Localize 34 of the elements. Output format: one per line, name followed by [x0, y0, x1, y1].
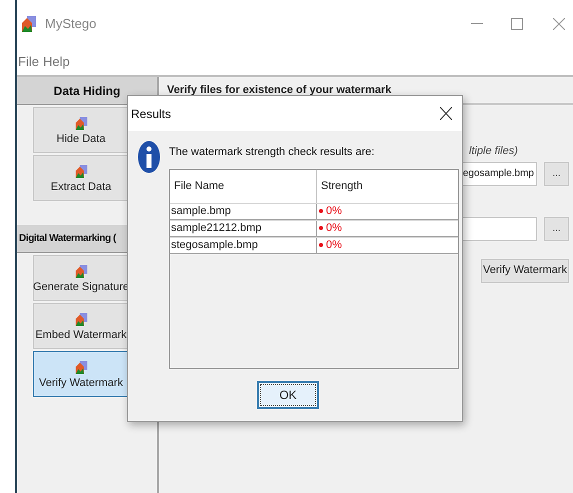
- table-cell: 0%: [326, 220, 342, 236]
- sidebar-item[interactable]: Embed Watermark: [33, 303, 129, 349]
- app-icon: [74, 312, 88, 326]
- maximize-icon[interactable]: [511, 18, 523, 30]
- ok-button[interactable]: OK: [257, 380, 319, 408]
- sidebar-item[interactable]: Verify Watermark: [33, 351, 129, 397]
- section-header[interactable]: Data Hiding: [17, 77, 157, 105]
- close-icon[interactable]: [440, 107, 452, 120]
- info-icon: [137, 140, 161, 174]
- minimize-icon[interactable]: [471, 23, 483, 25]
- sidebar-item[interactable]: Generate Signature: [33, 255, 129, 301]
- dialog-title: Results: [131, 106, 172, 122]
- window-title: MyStego: [45, 15, 96, 34]
- column-header[interactable]: Strength: [317, 170, 458, 202]
- verify-watermark-button[interactable]: Verify Watermark: [481, 258, 569, 282]
- table-cell: sample.bmp: [170, 204, 317, 218]
- panel-heading: Verify files for existence of your watermark: [167, 84, 392, 96]
- browse-button[interactable]: ...: [544, 216, 569, 240]
- app-icon: [74, 116, 88, 130]
- sidebar-item[interactable]: Hide Data: [33, 107, 129, 153]
- app-icon: [74, 360, 88, 374]
- table-cell: 0%: [326, 204, 342, 218]
- table-cell: sample21212.bmp: [170, 220, 317, 236]
- dialog-message: The watermark strength check results are:: [169, 145, 376, 160]
- menu-item[interactable]: Help: [42, 52, 70, 72]
- files-label: ltiple files): [469, 144, 518, 159]
- menu-item[interactable]: File: [18, 52, 39, 72]
- table-cell: stegosample.bmp: [170, 238, 317, 252]
- sidebar-item[interactable]: Extract Data: [33, 155, 129, 201]
- app-icon: [74, 164, 88, 178]
- app-icon: [21, 15, 37, 33]
- app-icon: [74, 264, 88, 278]
- browse-button[interactable]: ...: [544, 162, 569, 186]
- table-cell: 0%: [326, 238, 342, 252]
